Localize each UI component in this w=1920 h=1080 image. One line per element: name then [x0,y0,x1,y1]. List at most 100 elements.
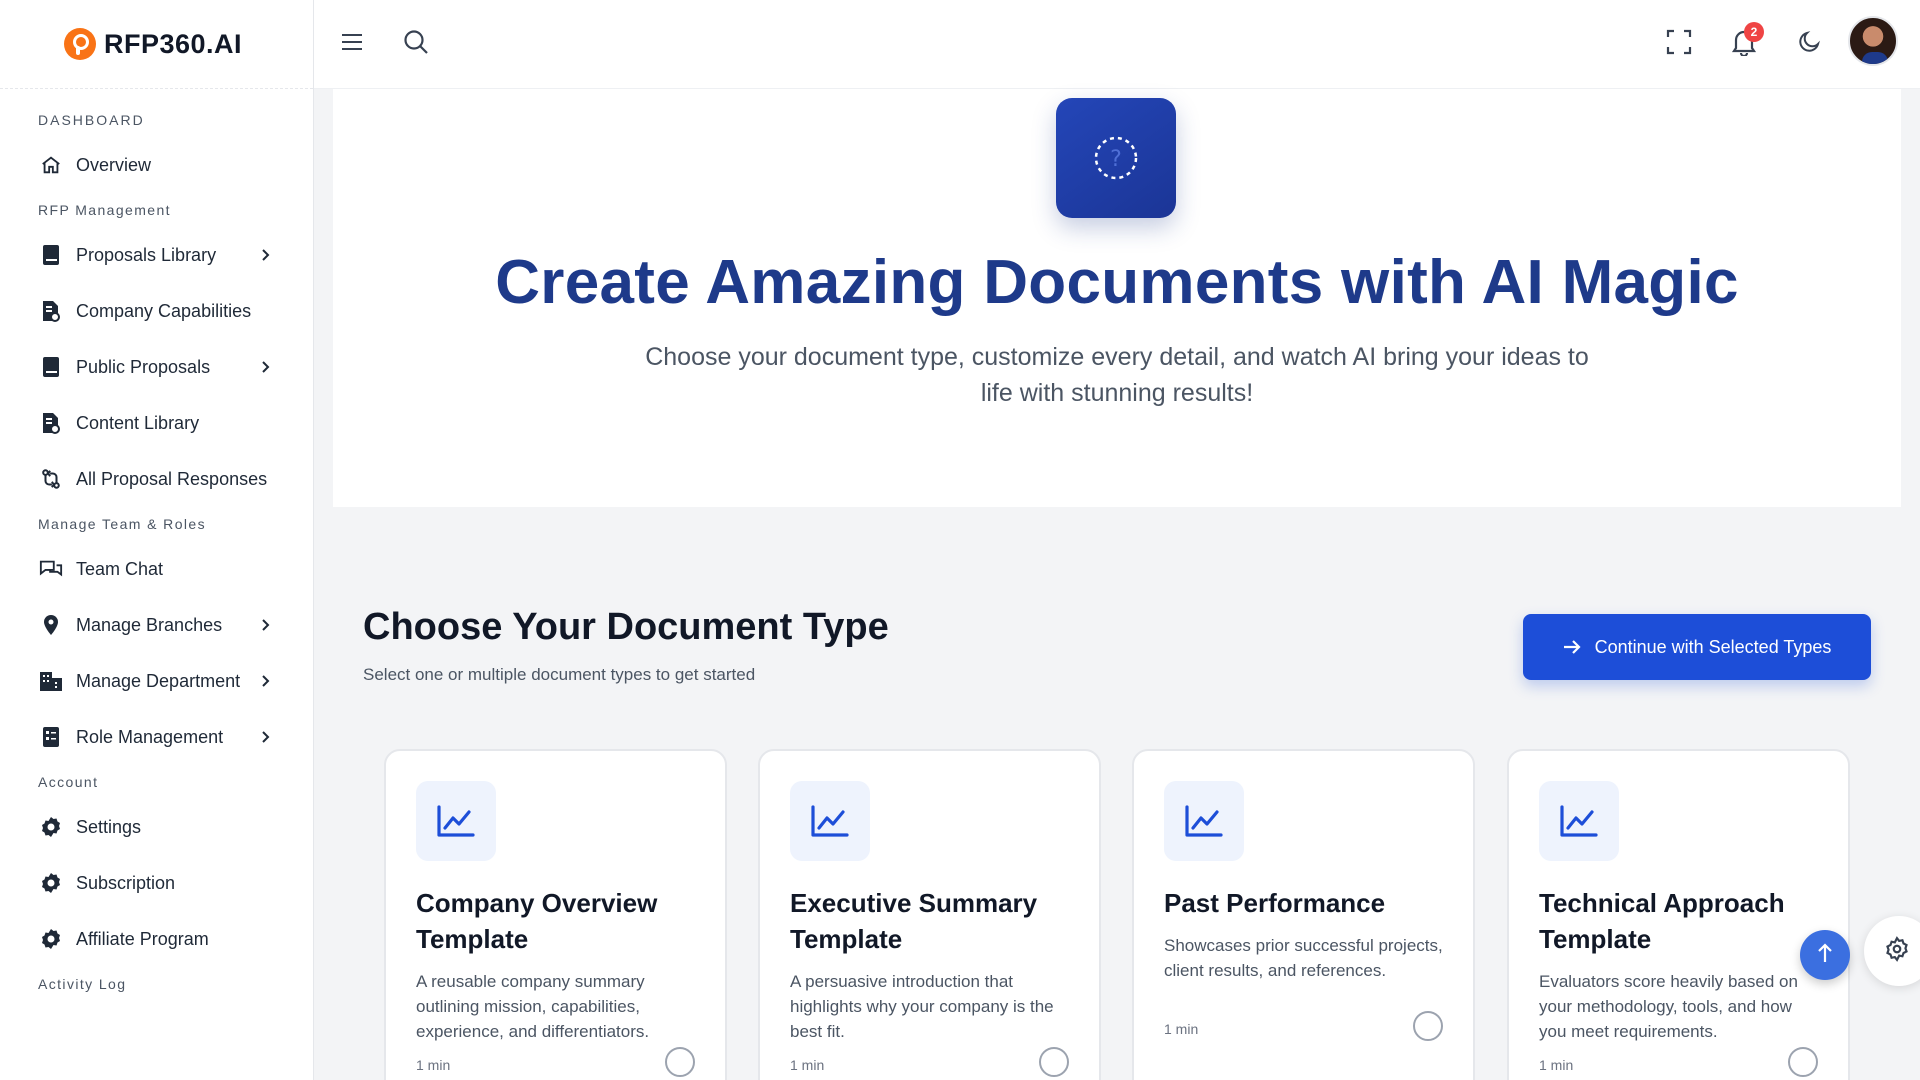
sidebar-item-content-library[interactable]: Content Library [0,395,313,451]
map-pin-icon [38,612,64,638]
arrow-right-icon [1563,639,1581,655]
sidebar-item-label: Proposals Library [76,244,217,265]
sidebar-item-public-proposals[interactable]: Public Proposals [0,339,313,395]
chart-line-icon [790,781,870,861]
sidebar-item-overview[interactable]: Overview [0,137,313,193]
user-avatar[interactable] [1848,16,1898,66]
building-icon [38,668,64,694]
sidebar-item-company-capabilities[interactable]: Company Capabilities [0,283,313,339]
card-title: Past Performance [1164,888,1386,918]
gear-icon [38,870,64,896]
hero-title: Create Amazing Documents with AI Magic [495,248,1739,317]
card-select-radio[interactable] [1039,1047,1069,1077]
fullscreen-button[interactable] [1661,26,1697,62]
sidebar-item-label: Company Capabilities [76,300,252,321]
sidebar-item-all-proposal-responses[interactable]: All Proposal Responses [0,451,313,507]
svg-text:?: ? [1110,147,1122,172]
sidebar-item-manage-department[interactable]: Manage Department [0,653,313,709]
sidebar-item-label: Content Library [76,412,200,433]
card-time: 1 min [416,1057,451,1073]
chevron-right-icon [259,248,273,262]
id-card-icon [38,724,64,750]
sidebar-item-label: Role Management [76,726,224,747]
chart-line-icon [416,781,496,861]
section-account: Account [38,774,99,790]
sidebar-item-label: Manage Department [76,670,241,691]
moon-icon [1797,30,1821,59]
sidebar-item-label: Settings [76,816,142,837]
section-activity-log: Activity Log [38,976,127,992]
chevron-right-icon [259,730,273,744]
sidebar-item-proposals-library[interactable]: Proposals Library [0,227,313,283]
doc-type-card[interactable]: Company Overview Template A reusable com… [384,749,727,1080]
theme-toggle-button[interactable] [1791,26,1827,62]
notifications-button[interactable]: 2 [1726,22,1764,62]
card-description: A persuasive introduction that highlight… [790,972,1054,1041]
sidebar-item-label: Manage Branches [76,614,223,635]
hamburger-icon [341,33,363,56]
sidebar-item-team-chat[interactable]: Team Chat [0,541,313,597]
continue-button-label: Continue with Selected Types [1594,636,1832,657]
chart-line-icon [1164,781,1244,861]
gear-icon [38,926,64,952]
card-title: Executive Summary Template [790,888,1038,954]
card-time: 1 min [1164,1021,1199,1037]
sidebar-item-affiliate-program[interactable]: Affiliate Program [0,911,313,967]
notification-badge: 2 [1744,22,1764,42]
top-header: 2 [314,0,1920,89]
book-icon [38,354,64,380]
card-select-radio[interactable] [665,1047,695,1077]
arrow-up-icon [1817,942,1833,968]
card-select-radio[interactable] [1413,1011,1443,1041]
section-subtitle: Select one or multiple document types to… [363,665,756,684]
logo-icon [64,28,96,60]
scroll-to-top-button[interactable] [1800,930,1850,980]
hero-subtitle: Choose your document type, customize eve… [645,343,1589,407]
file-settings-icon [38,410,64,436]
section-manage-team: Manage Team & Roles [38,516,206,532]
sidebar: RFP360.AI DASHBOARD Overview RFP Managem… [0,0,314,1080]
hero-section: ? Create Amazing Documents with AI Magic… [333,89,1901,507]
home-icon [38,152,64,178]
sidebar-item-role-management[interactable]: Role Management [0,709,313,765]
sidebar-nav: DASHBOARD Overview RFP Management Propos… [0,89,313,1001]
card-title: Technical Approach Template [1539,888,1785,954]
file-settings-icon [38,298,64,324]
card-select-radio[interactable] [1788,1047,1818,1077]
sidebar-item-manage-branches[interactable]: Manage Branches [0,597,313,653]
sidebar-item-settings[interactable]: Settings [0,799,313,855]
doc-type-card[interactable]: Technical Approach Template Evaluators s… [1507,749,1850,1080]
menu-toggle-button[interactable] [334,26,370,62]
sidebar-item-label: Overview [76,154,152,175]
chevron-right-icon [259,360,273,374]
gear-icon [38,814,64,840]
search-icon [403,29,429,60]
chat-icon [38,556,64,582]
doc-type-card[interactable]: Executive Summary Template A persuasive … [758,749,1101,1080]
section-dashboard: DASHBOARD [38,112,145,128]
card-description: A reusable company summary outlining mis… [416,972,650,1041]
customizer-settings-button[interactable] [1864,916,1920,986]
sidebar-item-label: Public Proposals [76,356,211,377]
git-compare-icon [38,466,64,492]
brand-logo[interactable]: RFP360.AI [0,0,313,89]
doc-type-card[interactable]: Past Performance Showcases prior success… [1132,749,1475,1080]
brand-name: RFP360.AI [104,28,243,59]
sidebar-item-subscription[interactable]: Subscription [0,855,313,911]
card-description: Evaluators score heavily based on your m… [1539,972,1798,1041]
card-time: 1 min [1539,1057,1574,1073]
chevron-right-icon [259,618,273,632]
sidebar-item-label: Subscription [76,872,176,893]
search-button[interactable] [398,26,434,62]
chevron-right-icon [259,674,273,688]
card-time: 1 min [790,1057,825,1073]
sidebar-item-label: Team Chat [76,558,164,579]
fullscreen-icon [1666,29,1692,60]
section-rfp-management: RFP Management [38,202,171,218]
section-title: Choose Your Document Type [363,606,889,648]
sidebar-item-label: All Proposal Responses [76,468,268,489]
chart-line-icon [1539,781,1619,861]
card-title: Company Overview Template [416,888,658,954]
book-icon [38,242,64,268]
continue-button[interactable]: Continue with Selected Types [1523,614,1871,680]
